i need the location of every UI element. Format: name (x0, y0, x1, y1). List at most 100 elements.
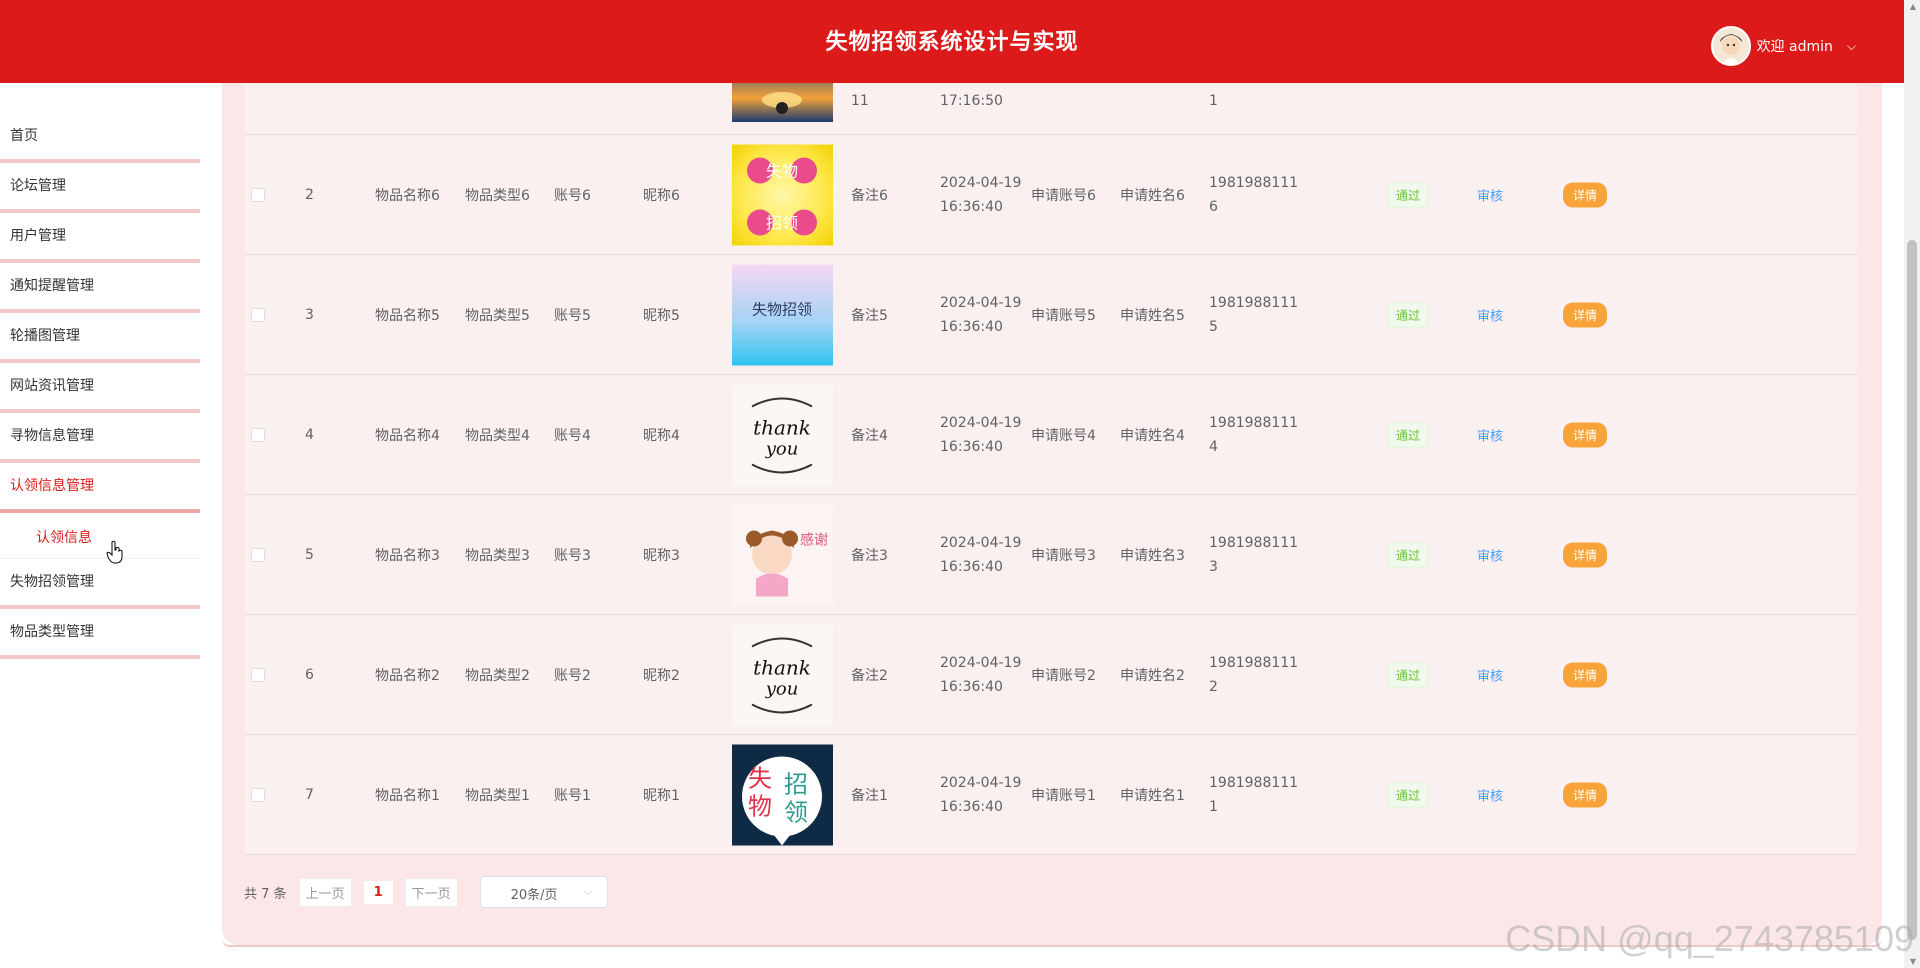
status-badge: 通过 (1387, 302, 1430, 327)
row-checkbox[interactable] (251, 787, 265, 802)
status-badge: 通过 (1387, 182, 1430, 207)
sidebar-item-seek[interactable]: 寻物信息管理 (0, 413, 200, 463)
audit-link[interactable]: 审核 (1477, 785, 1503, 804)
sidebar-item-home[interactable]: 首页 (0, 113, 200, 163)
detail-button[interactable]: 详情 (1563, 422, 1608, 447)
audit-link[interactable]: 审核 (1477, 545, 1503, 564)
table-row: 3 物品名称5 物品类型5 账号5 昵称5 失物招领 备注5 2024-04-1… (245, 255, 1857, 375)
top-header: 失物招领系统设计与实现 欢迎 admin ⌵ (0, 0, 1904, 83)
detail-button[interactable]: 详情 (1563, 302, 1608, 327)
status-badge: 通过 (1387, 782, 1430, 807)
detail-button[interactable]: 详情 (1563, 182, 1608, 207)
sidebar-item-label: 物品类型管理 (10, 624, 94, 640)
prev-page-button[interactable]: 上一页 (298, 877, 352, 907)
sidebar-item-label: 论坛管理 (10, 178, 66, 194)
scrollbar-thumb[interactable] (1907, 240, 1917, 940)
avatar[interactable] (1710, 26, 1751, 66)
watermark: CSDN @qq_2743785109 (1505, 918, 1914, 959)
cell-item-name: 物品名称6 (375, 187, 440, 204)
item-image-thumb[interactable]: thank you (732, 624, 833, 725)
audit-link[interactable]: 审核 (1477, 665, 1503, 684)
sidebar-subitem-claim-info[interactable]: 认领信息 (0, 513, 200, 559)
cell-item-type: 物品类型6 (465, 187, 530, 204)
detail-button[interactable]: 详情 (1563, 782, 1608, 807)
table-row: 4 物品名称4 物品类型4 账号4 昵称4 thank you 备注4 2024… (245, 375, 1857, 495)
sidebar-item-lost-found[interactable]: 失物招领管理 (0, 559, 200, 609)
audit-link[interactable]: 审核 (1477, 185, 1503, 204)
sidebar-item-item-types[interactable]: 物品类型管理 (0, 609, 200, 659)
sidebar-item-news[interactable]: 网站资讯管理 (0, 363, 200, 413)
user-menu[interactable]: 欢迎 admin ⌵ (1710, 26, 1856, 66)
cell-remark: 备注4 (851, 427, 888, 444)
cell-remark: 11 (851, 93, 869, 109)
user-greeting[interactable]: 欢迎 admin (1757, 36, 1833, 56)
svg-text:感谢: 感谢 (800, 531, 828, 548)
sidebar-item-label: 网站资讯管理 (10, 378, 94, 394)
sidebar-subitem-label: 认领信息 (36, 530, 92, 546)
cell-account: 账号4 (554, 427, 591, 444)
scroll-up-icon[interactable]: ▲ (1910, 2, 1916, 11)
cell-remark: 备注2 (851, 667, 888, 684)
item-image-thumb[interactable]: 失 物 招 领 (732, 744, 833, 845)
sidebar-item-users[interactable]: 用户管理 (0, 213, 200, 263)
vertical-scrollbar[interactable]: ▲ ▼ (1904, 0, 1920, 968)
item-image-thumb[interactable]: 失物招领 (732, 264, 833, 365)
svg-text:失物招领: 失物招领 (752, 300, 812, 318)
cell-account: 账号5 (554, 307, 591, 324)
cell-datetime: 2024-04-19 16:36:40 (940, 534, 1022, 575)
sidebar-item-label: 通知提醒管理 (10, 278, 94, 294)
detail-button[interactable]: 详情 (1563, 542, 1608, 567)
cell-datetime: 2024-04-19 16:36:40 (940, 774, 1022, 815)
page-size-select[interactable]: 20条/页 ⌵ (479, 876, 608, 908)
cell-item-type: 物品类型2 (465, 667, 530, 684)
cell-apply-name: 申请姓名5 (1120, 307, 1185, 324)
svg-text:物: 物 (748, 792, 772, 820)
detail-button[interactable]: 详情 (1563, 662, 1608, 687)
item-image-thumb[interactable]: 感谢 (732, 504, 833, 605)
cell-nickname: 昵称2 (643, 667, 680, 684)
audit-link[interactable]: 审核 (1477, 305, 1503, 324)
item-image-thumb[interactable]: 失物 招领 (732, 144, 833, 245)
cell-apply-account: 申请账号5 (1031, 307, 1096, 324)
cell-phone: 1981988111 4 (1209, 414, 1299, 455)
item-image-thumb[interactable]: thank you (732, 384, 833, 485)
cell-item-type: 物品类型3 (465, 547, 530, 564)
row-checkbox[interactable] (251, 547, 265, 562)
next-page-button[interactable]: 下一页 (404, 877, 458, 907)
hand-cursor-icon (106, 540, 123, 564)
pagination-total: 共 7 条 (244, 886, 287, 902)
sidebar-item-notifications[interactable]: 通知提醒管理 (0, 263, 200, 313)
chevron-down-icon[interactable]: ⌵ (1847, 39, 1856, 54)
status-badge: 通过 (1387, 662, 1430, 687)
cell-time: 17:16:50 (940, 93, 1003, 109)
divider (0, 655, 200, 659)
audit-link[interactable]: 审核 (1477, 425, 1503, 444)
cell-apply-name: 申请姓名1 (1120, 787, 1185, 804)
row-checkbox[interactable] (251, 667, 265, 682)
page-number-button[interactable]: 1 (363, 880, 393, 904)
sidebar-item-forum[interactable]: 论坛管理 (0, 163, 200, 213)
row-checkbox[interactable] (251, 187, 265, 202)
cell-index: 7 (305, 786, 314, 803)
page-size-value: 20条/页 (510, 888, 558, 903)
cell-index: 2 (305, 186, 314, 203)
cell-apply-account: 申请账号6 (1031, 187, 1096, 204)
status-badge: 通过 (1387, 422, 1430, 447)
cell-item-name: 物品名称1 (375, 787, 440, 804)
cell-remark: 备注1 (851, 787, 888, 804)
page-title: 失物招领系统设计与实现 (825, 30, 1079, 55)
sidebar-item-claims[interactable]: 认领信息管理 (0, 463, 200, 513)
svg-text:领: 领 (784, 798, 808, 826)
table-row: 7 物品名称1 物品类型1 账号1 昵称1 失 物 招 领 备注1 2024-0… (245, 735, 1857, 855)
svg-text:you: you (765, 678, 799, 699)
row-checkbox[interactable] (251, 307, 265, 322)
cell-nickname: 昵称1 (643, 787, 680, 804)
cell-item-name: 物品名称5 (375, 307, 440, 324)
row-checkbox[interactable] (251, 427, 265, 442)
sidebar-item-carousel[interactable]: 轮播图管理 (0, 313, 200, 363)
cell-nickname: 昵称3 (643, 547, 680, 564)
cell-nickname: 昵称5 (643, 307, 680, 324)
cell-item-name: 物品名称3 (375, 547, 440, 564)
table-row: 5 物品名称3 物品类型3 账号3 昵称3 感谢 备注3 2024-04-19 1… (245, 495, 1857, 615)
sidebar-item-label: 认领信息管理 (10, 478, 94, 494)
